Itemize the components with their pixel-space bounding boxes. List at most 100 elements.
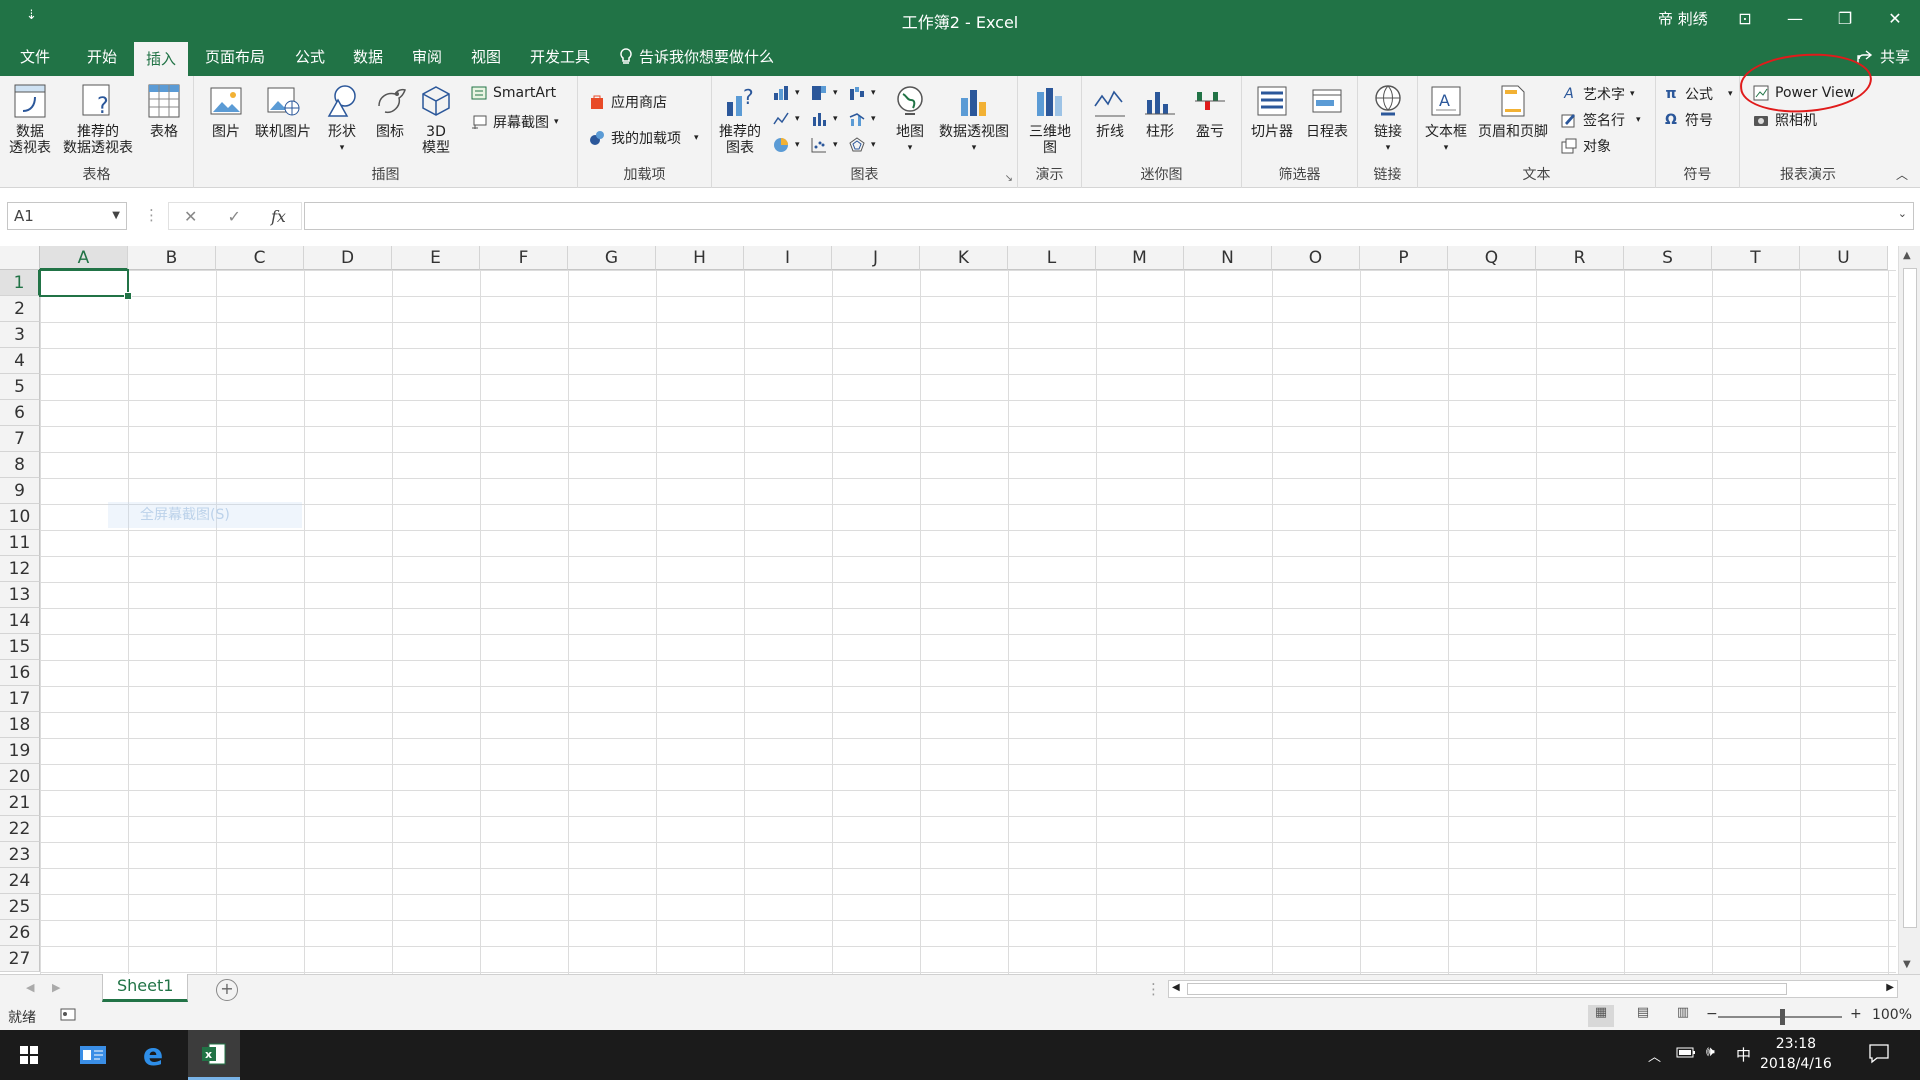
row-header[interactable]: 1 xyxy=(0,270,40,296)
zoom-out-button[interactable]: − xyxy=(1706,1006,1718,1022)
sparkline-column-button[interactable]: 柱形 xyxy=(1138,82,1182,140)
column-header[interactable]: L xyxy=(1008,246,1096,270)
sparkline-winloss-button[interactable]: 盈亏 xyxy=(1188,82,1232,140)
sparkline-line-button[interactable]: 折线 xyxy=(1088,82,1132,140)
scroll-up-icon[interactable]: ▲ xyxy=(1903,250,1911,261)
column-header[interactable]: E xyxy=(392,246,480,270)
column-header[interactable]: C xyxy=(216,246,304,270)
tell-me-box[interactable]: 告诉我你想要做什么 xyxy=(607,38,786,76)
link-button[interactable]: 链接 ▾ xyxy=(1366,82,1410,156)
row-header[interactable]: 23 xyxy=(0,842,40,868)
table-button[interactable]: 表格 xyxy=(142,82,186,140)
battery-icon[interactable] xyxy=(1676,1045,1696,1063)
row-header[interactable]: 8 xyxy=(0,452,40,478)
row-header[interactable]: 5 xyxy=(0,374,40,400)
combo-chart-button[interactable]: ▾ xyxy=(848,110,876,128)
input-method-indicator[interactable]: 中 xyxy=(1736,1044,1751,1065)
column-header[interactable]: F xyxy=(480,246,568,270)
taskbar-app-edge[interactable]: e xyxy=(128,1030,178,1080)
column-header[interactable]: A xyxy=(40,246,128,270)
scroll-down-icon[interactable]: ▼ xyxy=(1903,959,1911,970)
pivot-chart-button[interactable]: 数据透视图 ▾ xyxy=(934,82,1014,156)
header-footer-button[interactable]: 页眉和页脚 xyxy=(1474,82,1552,140)
hierarchy-chart-button[interactable]: ▾ xyxy=(810,84,838,102)
smartart-button[interactable]: SmartArt xyxy=(470,84,556,102)
add-sheet-button[interactable]: + xyxy=(216,979,238,1001)
column-header[interactable]: H xyxy=(656,246,744,270)
zoom-in-button[interactable]: + xyxy=(1850,1006,1862,1022)
column-header[interactable]: R xyxy=(1536,246,1624,270)
screenshot-button[interactable]: 屏幕截图 ▾ xyxy=(470,112,559,132)
row-header[interactable]: 21 xyxy=(0,790,40,816)
column-header[interactable]: S xyxy=(1624,246,1712,270)
scatter-chart-button[interactable]: ▾ xyxy=(810,136,838,154)
horizontal-scroll-thumb[interactable] xyxy=(1187,983,1787,995)
scroll-left-icon[interactable]: ◀ xyxy=(1172,982,1180,993)
column-header[interactable]: T xyxy=(1712,246,1800,270)
tab-review[interactable]: 审阅 xyxy=(400,38,454,76)
pictures-button[interactable]: 图片 xyxy=(206,82,246,140)
minimize-button[interactable]: — xyxy=(1775,4,1815,34)
sheet-tab-sheet1[interactable]: Sheet1 xyxy=(102,974,189,1002)
volume-icon[interactable]: 🕪 xyxy=(1706,1044,1715,1060)
timeline-button[interactable]: 日程表 xyxy=(1300,82,1354,140)
pivot-table-button[interactable]: 数据 透视表 xyxy=(6,82,54,156)
prev-sheet-icon[interactable]: ◀ xyxy=(26,981,34,994)
row-header[interactable]: 20 xyxy=(0,764,40,790)
normal-view-icon[interactable]: ▦ xyxy=(1588,1005,1614,1027)
slicer-button[interactable]: 切片器 xyxy=(1246,82,1298,140)
zoom-slider[interactable] xyxy=(1718,1009,1842,1025)
page-break-view-icon[interactable]: ▥ xyxy=(1670,1005,1696,1027)
tray-expand-icon[interactable]: ︿ xyxy=(1648,1046,1661,1065)
insert-function-icon[interactable]: fx xyxy=(271,207,286,226)
column-header[interactable]: P xyxy=(1360,246,1448,270)
3d-map-button[interactable]: 三维地 图 xyxy=(1026,82,1074,156)
tab-home[interactable]: 开始 xyxy=(75,38,129,76)
horizontal-scrollbar[interactable]: ◀ ▶ xyxy=(1168,980,1898,998)
textbox-button[interactable]: A 文本框 ▾ xyxy=(1422,82,1470,156)
zoom-level[interactable]: 100% xyxy=(1872,1007,1912,1023)
tab-insert[interactable]: 插入 xyxy=(134,42,189,76)
tab-developer[interactable]: 开发工具 xyxy=(518,38,602,76)
pie-chart-button[interactable]: ▾ xyxy=(772,136,800,154)
taskbar-app-file-explorer[interactable] xyxy=(68,1030,118,1080)
page-layout-view-icon[interactable]: ▤ xyxy=(1630,1005,1656,1027)
vertical-scroll-thumb[interactable] xyxy=(1903,268,1917,928)
row-header[interactable]: 10 xyxy=(0,504,40,530)
row-header[interactable]: 9 xyxy=(0,478,40,504)
name-box[interactable]: A1 ▼ xyxy=(7,202,127,230)
cell-area[interactable] xyxy=(40,270,1896,974)
store-button[interactable]: 应用商店 xyxy=(588,92,667,112)
row-header[interactable]: 18 xyxy=(0,712,40,738)
tab-page-layout[interactable]: 页面布局 xyxy=(193,38,277,76)
wordart-button[interactable]: A 艺术字 ▾ xyxy=(1560,84,1634,104)
system-clock[interactable]: 23:18 2018/4/16 xyxy=(1760,1034,1832,1074)
zoom-slider-knob[interactable] xyxy=(1780,1009,1785,1025)
row-header[interactable]: 7 xyxy=(0,426,40,452)
share-button[interactable]: 共享 xyxy=(1856,46,1910,67)
formula-input[interactable]: ⌄ xyxy=(304,202,1914,230)
tab-formulas[interactable]: 公式 xyxy=(283,38,337,76)
row-header[interactable]: 27 xyxy=(0,946,40,972)
column-header[interactable]: O xyxy=(1272,246,1360,270)
3d-models-button[interactable]: 3D 模型 xyxy=(416,82,456,156)
user-name[interactable]: 帝 刺绣 xyxy=(1658,8,1708,29)
statistic-chart-button[interactable]: ▾ xyxy=(810,110,838,128)
column-header[interactable]: U xyxy=(1800,246,1888,270)
formula-bar-grip-icon[interactable]: ⋮ xyxy=(144,206,159,224)
row-header[interactable]: 22 xyxy=(0,816,40,842)
row-header[interactable]: 3 xyxy=(0,322,40,348)
maps-button[interactable]: 地图 ▾ xyxy=(890,82,930,156)
row-header[interactable]: 4 xyxy=(0,348,40,374)
tab-split-grip-icon[interactable]: ⋮ xyxy=(1146,980,1161,998)
column-header[interactable]: I xyxy=(744,246,832,270)
active-cell-a1[interactable] xyxy=(39,269,132,300)
tab-file[interactable]: 文件 xyxy=(8,38,62,76)
restore-button[interactable]: ❐ xyxy=(1825,4,1865,34)
row-header[interactable]: 13 xyxy=(0,582,40,608)
next-sheet-icon[interactable]: ▶ xyxy=(52,981,60,994)
taskbar-app-excel[interactable]: x xyxy=(188,1030,240,1080)
symbol-button[interactable]: Ω 符号 xyxy=(1662,110,1713,130)
row-header[interactable]: 16 xyxy=(0,660,40,686)
start-button[interactable] xyxy=(0,1030,58,1080)
